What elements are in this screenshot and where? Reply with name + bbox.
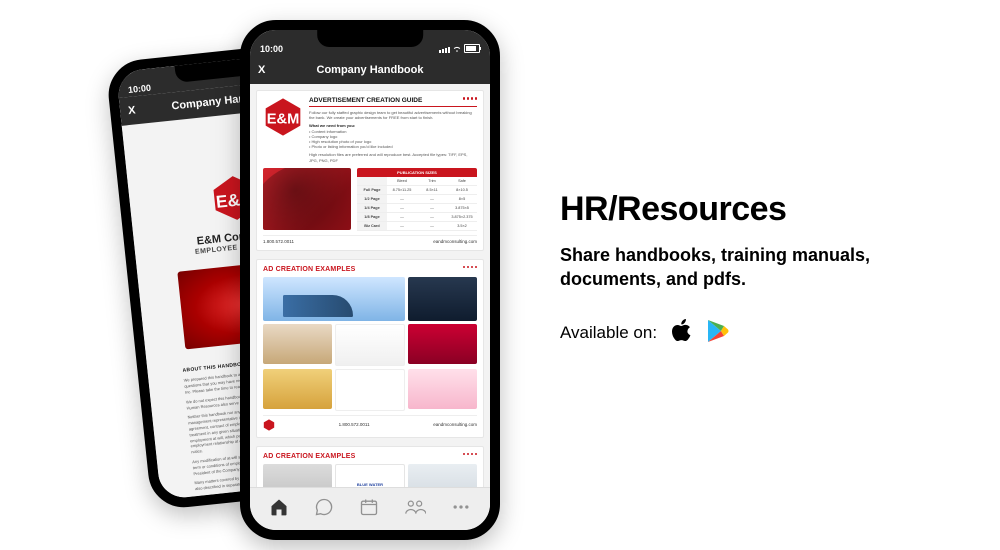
card-phone: 1.800.572.0011 [339,422,370,427]
nav-title: Company Handbook [317,64,424,76]
available-on-label: Available on: [560,323,657,343]
ad-collage [263,277,477,411]
tab-calendar[interactable] [359,497,379,522]
tab-bar [250,487,490,530]
signal-icon [439,47,450,53]
apple-icon[interactable] [671,318,693,349]
phone-mockup-front: 10:00 X Company Handbook [240,20,500,540]
google-play-icon[interactable] [707,319,729,348]
status-time: 10:00 [128,83,152,95]
svg-text:E&M: E&M [267,112,300,128]
tab-home[interactable] [269,497,289,522]
card-title: AD CREATION EXAMPLES [263,453,477,460]
battery-icon [464,44,480,53]
close-button[interactable]: X [258,64,265,76]
em-logo-icon [263,419,275,431]
need-list: • Content information • Company logo • H… [309,129,477,150]
card-title: ADVERTISEMENT CREATION GUIDE [309,97,477,107]
more-icon[interactable] [463,97,478,100]
doc-card-examples-1[interactable]: AD CREATION EXAMPLES 1.800.572.0011 eand… [256,259,484,438]
tab-chat[interactable] [314,497,334,522]
card-artwork [263,168,351,230]
res-note: High resolution files are preferred and … [309,152,477,162]
table-header: PUBLICATION SIZES [357,168,477,177]
marketing-copy: HR/Resources Share handbooks, training m… [560,190,940,349]
card-site: eandmconsulting.com [433,422,477,427]
nav-bar: X Company Handbook [250,56,490,84]
doc-card-ad-guide[interactable]: E&M ADVERTISEMENT CREATION GUIDE Follow … [256,90,484,251]
wifi-icon [453,45,461,53]
more-icon[interactable] [463,266,478,269]
more-icon[interactable] [463,453,478,456]
card-blurb: Follow our fully staffed graphic design … [309,110,477,120]
close-button[interactable]: X [128,104,137,117]
tab-more[interactable] [451,497,471,522]
card-site: eandmconsulting.com [433,239,477,244]
ad-row: BLUE WATER [263,464,477,487]
tab-people[interactable] [404,497,426,522]
card-phone: 1.800.572.0011 [263,239,294,244]
status-time: 10:00 [260,44,283,54]
sizes-table: PUBLICATION SIZES BleedTrimSafeFull Page… [357,168,477,231]
marketing-heading: HR/Resources [560,190,940,229]
marketing-body: Share handbooks, training manuals, docum… [560,243,940,292]
available-on-row: Available on: [560,318,940,349]
card-title: AD CREATION EXAMPLES [263,266,477,273]
em-logo: E&M [263,97,303,137]
doc-card-examples-2[interactable]: AD CREATION EXAMPLES BLUE WATER [256,446,484,487]
tile-brand: BLUE WATER [357,482,383,487]
